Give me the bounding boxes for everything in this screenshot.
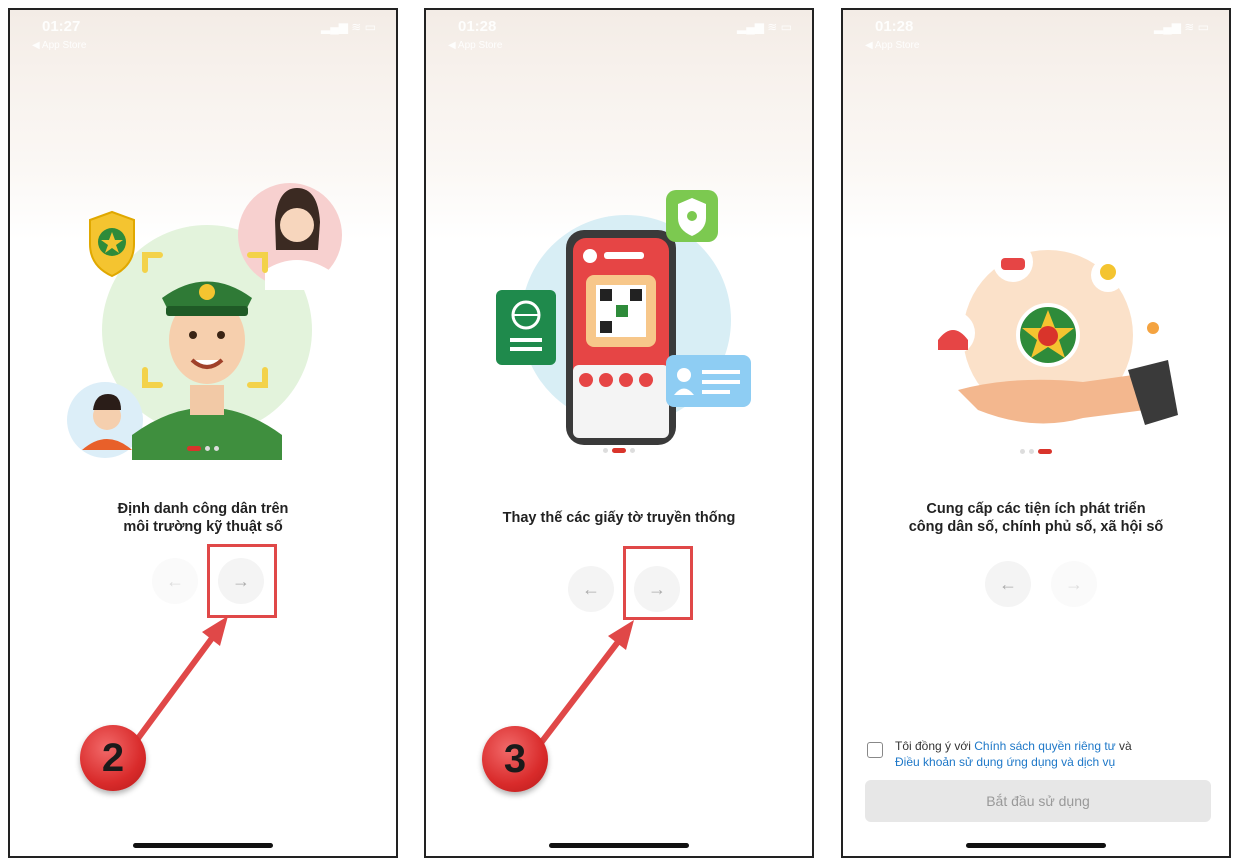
- page-dot: [630, 448, 635, 454]
- onboarding-screen-1: 01:27 ◀ App Store ▂▄▆ ≋ ▭ Định danh công…: [8, 8, 398, 858]
- consent-prefix: Tôi đồng ý với: [895, 739, 975, 753]
- onboarding-screen-3: 01:28 ◀ App Store ▂▄▆ ≋ ▭ Cung cấp các t…: [841, 8, 1231, 858]
- status-icons: ▂▄▆ ≋ ▭: [320, 20, 376, 34]
- pointer-arrow: [531, 620, 634, 755]
- prev-arrow-button[interactable]: ←: [985, 561, 1031, 607]
- onboarding-caption: Thay thế các giấy tờ truyền thống: [502, 510, 736, 526]
- digital-documents-illustration: [496, 190, 751, 445]
- home-indicator: [549, 843, 689, 848]
- page-dot-active: [1038, 449, 1052, 455]
- back-to-app-store[interactable]: ◀ App Store: [32, 40, 86, 51]
- page-dot: [1029, 449, 1034, 455]
- consent-row: Tôi đồng ý với Chính sách quyền riêng tư…: [867, 738, 1209, 772]
- page-dot: [1020, 449, 1025, 455]
- page-dot: [214, 446, 219, 452]
- digital-services-illustration: [931, 242, 1178, 425]
- onboarding-nav: ← →: [843, 561, 1229, 611]
- caption-line: Cung cấp các tiện ích phát triển: [926, 501, 1146, 517]
- back-to-app-store[interactable]: ◀ App Store: [448, 40, 502, 51]
- terms-of-service-link[interactable]: Điều khoản sử dụng ứng dụng và dịch vụ: [895, 755, 1115, 769]
- onboarding-screen-2: 01:28 ◀ App Store ▂▄▆ ≋ ▭ Thay thế các g…: [424, 8, 814, 858]
- start-using-button[interactable]: Bắt đầu sử dụng: [865, 780, 1211, 822]
- page-dot: [603, 448, 608, 454]
- status-icons: ▂▄▆ ≋ ▭: [1153, 20, 1209, 34]
- onboarding-caption: Cung cấp các tiện ích phát triển công dâ…: [853, 500, 1219, 536]
- citizen-identity-illustration: [67, 183, 342, 460]
- status-time: 01:27: [42, 18, 81, 35]
- status-time: 01:28: [458, 18, 497, 35]
- prev-arrow-button[interactable]: ←: [568, 566, 614, 612]
- step-badge: 3: [482, 726, 548, 792]
- next-arrow-button[interactable]: →: [1051, 561, 1097, 607]
- status-time: 01:28: [875, 18, 914, 35]
- step-badge: 2: [80, 725, 146, 791]
- prev-arrow-button[interactable]: ←: [152, 558, 198, 604]
- home-indicator: [966, 843, 1106, 848]
- caption-line: công dân số, chính phủ số, xã hội số: [908, 519, 1164, 535]
- status-bar: 01:27 ◀ App Store ▂▄▆ ≋ ▭: [24, 16, 382, 51]
- privacy-policy-link[interactable]: Chính sách quyền riêng tư: [974, 739, 1115, 753]
- consent-checkbox[interactable]: [867, 742, 883, 758]
- onboarding-nav: ← →: [10, 558, 396, 608]
- status-bar: 01:28 ◀ App Store ▂▄▆ ≋ ▭: [857, 16, 1215, 51]
- status-icons: ▂▄▆ ≋ ▭: [736, 20, 792, 34]
- caption-line: môi trường kỹ thuật số: [123, 519, 283, 535]
- status-bar: 01:28 ◀ App Store ▂▄▆ ≋ ▭: [440, 16, 798, 51]
- back-to-app-store[interactable]: ◀ App Store: [865, 40, 919, 51]
- home-indicator: [133, 843, 273, 848]
- onboarding-caption: Định danh công dân trên môi trường kỹ th…: [20, 500, 386, 536]
- page-indicator: [426, 442, 812, 460]
- next-button-highlight: [207, 544, 277, 618]
- consent-and: và: [1115, 739, 1132, 753]
- onboarding-nav: ← →: [426, 566, 812, 616]
- page-dot-active: [187, 446, 201, 452]
- next-button-highlight: [623, 546, 693, 620]
- caption-line: Định danh công dân trên: [117, 501, 289, 517]
- page-indicator: [10, 440, 396, 458]
- consent-text: Tôi đồng ý với Chính sách quyền riêng tư…: [895, 738, 1132, 770]
- page-indicator: [843, 443, 1229, 461]
- page-dot-active: [612, 448, 626, 454]
- page-dot: [205, 446, 210, 452]
